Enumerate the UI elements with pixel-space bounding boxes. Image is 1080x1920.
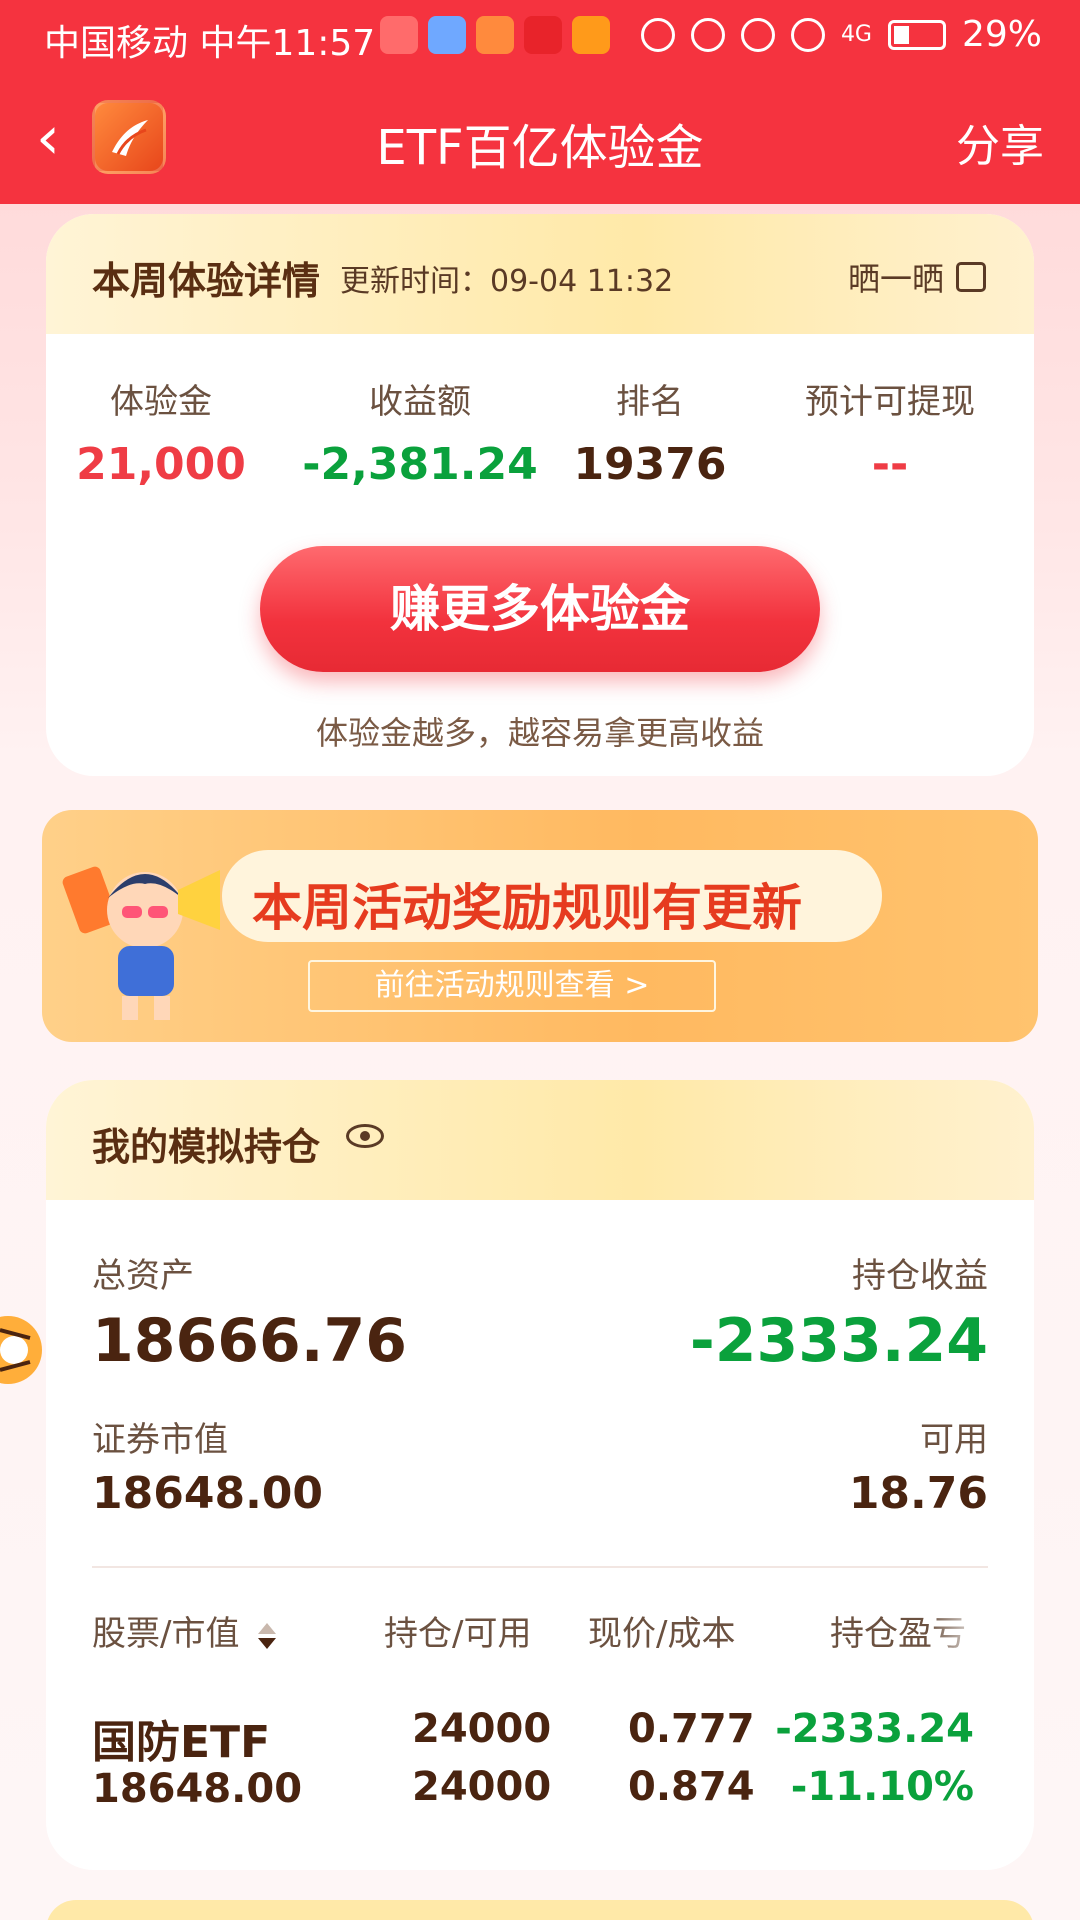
share-result-label: 晒一晒 (847, 260, 944, 298)
stat-value: 21,000 (76, 439, 246, 490)
page: 中国移动 中午11:57 4G 29% ‹ ETF百亿体验金 分享 本周体验详情… (0, 0, 1080, 1920)
holdings-card: 我的模拟持仓 总资产 18666.76 持仓收益 -2333.24 证券市值 1… (46, 1080, 1034, 1870)
earn-more-button[interactable]: 赚更多体验金 (260, 546, 820, 672)
position-profit-value: -2333.24 (689, 1306, 988, 1376)
stock-cost: 0.874 (628, 1764, 755, 1810)
status-right: 4G 29% (640, 14, 1042, 55)
page-title: ETF百亿体验金 (376, 120, 704, 176)
divider (92, 1566, 988, 1568)
update-time: 更新时间：09-04 11:32 (340, 264, 674, 299)
top-bar: 中国移动 中午11:57 4G 29% ‹ ETF百亿体验金 分享 (0, 0, 1080, 204)
stat-label: 排名 (616, 382, 684, 422)
stock-name: 国防ETF (92, 1717, 271, 1768)
stat-label: 收益额 (369, 382, 471, 422)
hongdan-app-icon (524, 16, 562, 54)
status-bar: 中国移动 中午11:57 4G 29% (0, 0, 1080, 78)
taobao-app-icon (572, 16, 610, 54)
stat-profit: 收益额 -2,381.24 (290, 374, 550, 490)
sort-icon (258, 1622, 277, 1649)
stat-value: 19376 (573, 439, 727, 490)
total-assets-label: 总资产 (92, 1256, 194, 1296)
mascot-icon (62, 866, 220, 1020)
weekly-card-header: 本周体验详情 更新时间：09-04 11:32 晒一晒 (46, 214, 1034, 334)
share-result-button[interactable]: 晒一晒 (848, 254, 986, 300)
market-value: 18648.00 (92, 1468, 324, 1519)
huawei-app-icon (380, 16, 418, 54)
nav-bar: ‹ ETF百亿体验金 分享 (0, 96, 1080, 186)
stat-value: -- (871, 439, 909, 490)
total-assets-value: 18666.76 (92, 1306, 408, 1376)
stock-market-value: 18648.00 (92, 1766, 303, 1812)
rules-update-banner[interactable]: 本周活动奖励规则有更新 前往活动规则查看 > (42, 810, 1038, 1042)
stock-price: 0.777 (628, 1706, 755, 1752)
battery-percent: 29% (961, 14, 1042, 55)
carrier-time: 中国移动 中午11:57 (44, 23, 376, 64)
stock-available: 24000 (412, 1764, 552, 1810)
holdings-card-title: 我的模拟持仓 (92, 1116, 321, 1177)
weekly-detail-card: 本周体验详情 更新时间：09-04 11:32 晒一晒 体验金 21,000 收… (46, 214, 1034, 776)
weekly-stats: 体验金 21,000 收益额 -2,381.24 排名 19376 预计可提现 … (46, 334, 1034, 494)
tiger-app-icon (428, 16, 466, 54)
external-link-icon (956, 262, 986, 292)
stat-value: -2,381.24 (302, 439, 538, 490)
sort-stock-header[interactable]: 股票/市值 (92, 1606, 278, 1655)
stock-position: 24000 (412, 1706, 552, 1752)
stat-label: 预计可提现 (805, 382, 975, 422)
network-label: 4G (840, 22, 872, 47)
stat-label: 体验金 (110, 382, 212, 422)
next-card-peek (46, 1900, 1034, 1920)
stat-rank: 排名 19376 (550, 374, 750, 490)
alarm-icon (690, 17, 725, 52)
stat-withdrawable: 预计可提现 -- (760, 374, 1020, 490)
available-value: 18.76 (848, 1468, 988, 1519)
eye-icon[interactable] (346, 1124, 384, 1148)
stat-trial-fund: 体验金 21,000 (46, 374, 276, 490)
headphone-icon (640, 17, 675, 52)
tiger-mascot-icon[interactable] (0, 1310, 48, 1390)
weekly-card-title: 本周体验详情 (92, 250, 321, 311)
notification-icons (380, 16, 610, 54)
position-profit-label: 持仓收益 (852, 1256, 988, 1296)
stock-pnl: -2333.24 (775, 1706, 974, 1752)
flag-app-icon (476, 16, 514, 54)
stock-pnl-pct: -11.10% (790, 1764, 974, 1810)
banner-title: 本周活动奖励规则有更新 (252, 879, 802, 937)
view-rules-link[interactable]: 前往活动规则查看 > (308, 960, 716, 1012)
mute-icon (740, 17, 775, 52)
stock-header-label: 股票/市值 (92, 1614, 240, 1654)
share-button[interactable]: 分享 (956, 110, 1044, 174)
battery-icon (887, 19, 946, 50)
header-fade (928, 1600, 988, 1650)
holdings-card-header: 我的模拟持仓 (46, 1080, 1034, 1200)
earn-hint: 体验金越多，越容易拿更高收益 (315, 714, 764, 752)
position-header: 持仓/可用 (384, 1614, 532, 1654)
price-header: 现价/成本 (588, 1614, 736, 1654)
market-value-label: 证券市值 (92, 1420, 228, 1460)
available-label: 可用 (920, 1420, 988, 1460)
wifi-icon (790, 17, 825, 52)
